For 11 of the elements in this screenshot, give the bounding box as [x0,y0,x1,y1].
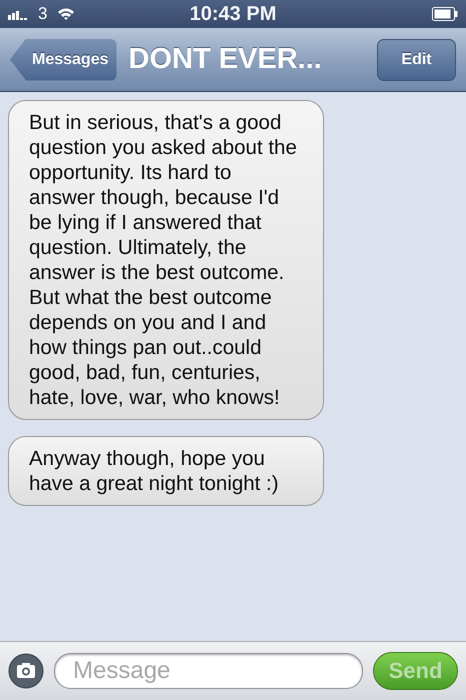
edit-button[interactable]: Edit [377,38,456,80]
back-button[interactable]: Messages [10,38,116,80]
conversation-title: DONT EVER... [128,43,323,76]
battery-icon [432,7,458,21]
message-field[interactable]: Message [54,653,363,689]
clock-time: 10:43 PM [190,2,276,26]
wifi-icon [57,7,76,21]
camera-icon[interactable] [8,653,44,689]
message-bubble: But in serious, that's a good question you asked about the opportunity. Its hard to answer though, because I'd be lying if I answered that question. Ultimately, the answer is the best outcome. But what the best outcome depends on you and I and how things pan out..could good, bad, fun, centuries, hate, love, war, who knows! [8,100,324,420]
message-bubble: Anyway though, hope you have a great night tonight :) [8,436,324,506]
carrier-name: 3 [38,4,48,24]
